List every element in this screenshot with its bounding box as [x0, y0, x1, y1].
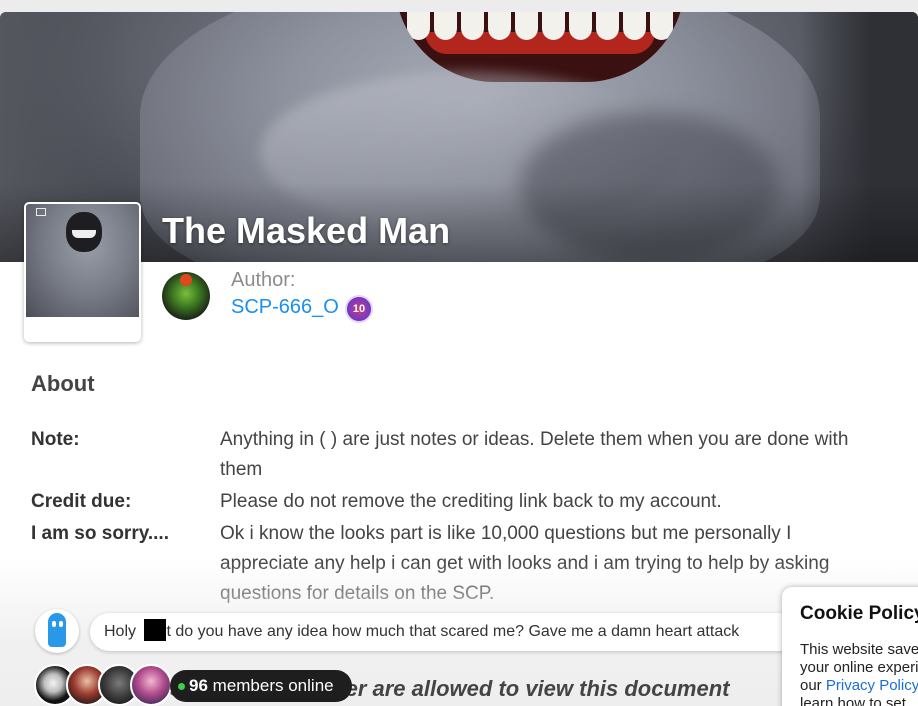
cookie-line: This website saves cookies to your brows… [800, 641, 918, 658]
page-thumbnail-image [26, 204, 139, 317]
cookie-policy-panel: Cookie Policy This website saves cookies… [782, 587, 918, 706]
level-badge: 10 [345, 295, 373, 323]
cookie-line: learn how to set [800, 695, 906, 706]
online-status-icon [178, 683, 185, 691]
cookie-text: This website saves cookies to your brows… [800, 641, 918, 706]
field-value: Please do not remove the crediting link … [220, 491, 722, 512]
image-icon [36, 208, 46, 216]
author-name-link[interactable]: SCP-666_O [231, 296, 339, 319]
field-label: Credit due: [31, 491, 132, 512]
page-title: The Masked Man [162, 210, 451, 251]
about-field-row: Note: Anything in ( ) are just notes or … [31, 425, 871, 485]
privacy-policy-link[interactable]: Privacy Policy [826, 677, 918, 694]
members-online-pill[interactable]: 96 members online [170, 670, 352, 702]
cookie-line-with-link: our Privacy Policy [800, 677, 918, 695]
members-online-label: members online [212, 676, 334, 695]
field-label: Note: [31, 429, 80, 450]
chat-user-avatar[interactable] [35, 609, 79, 653]
about-field-row: Credit due: Please do not remove the cre… [31, 487, 871, 517]
page-thumbnail-card[interactable] [24, 202, 141, 342]
field-value: Anything in ( ) are just notes or ideas.… [220, 429, 849, 480]
members-online-count: 96 [189, 676, 208, 695]
redaction-block [144, 619, 167, 642]
cookie-title: Cookie Policy [800, 603, 918, 624]
chat-message-text: Holy [104, 623, 141, 640]
cookie-line-prefix: our [800, 677, 826, 694]
author-avatar[interactable] [162, 272, 210, 320]
online-member-avatars[interactable] [34, 664, 174, 706]
chat-message-text-rest: t do you have any idea how much that sca… [166, 623, 740, 640]
about-heading: About [31, 371, 95, 396]
author-label: Author: [231, 269, 296, 291]
cookie-line: your online experience and show you pers… [800, 659, 918, 676]
member-avatar[interactable] [130, 664, 172, 706]
